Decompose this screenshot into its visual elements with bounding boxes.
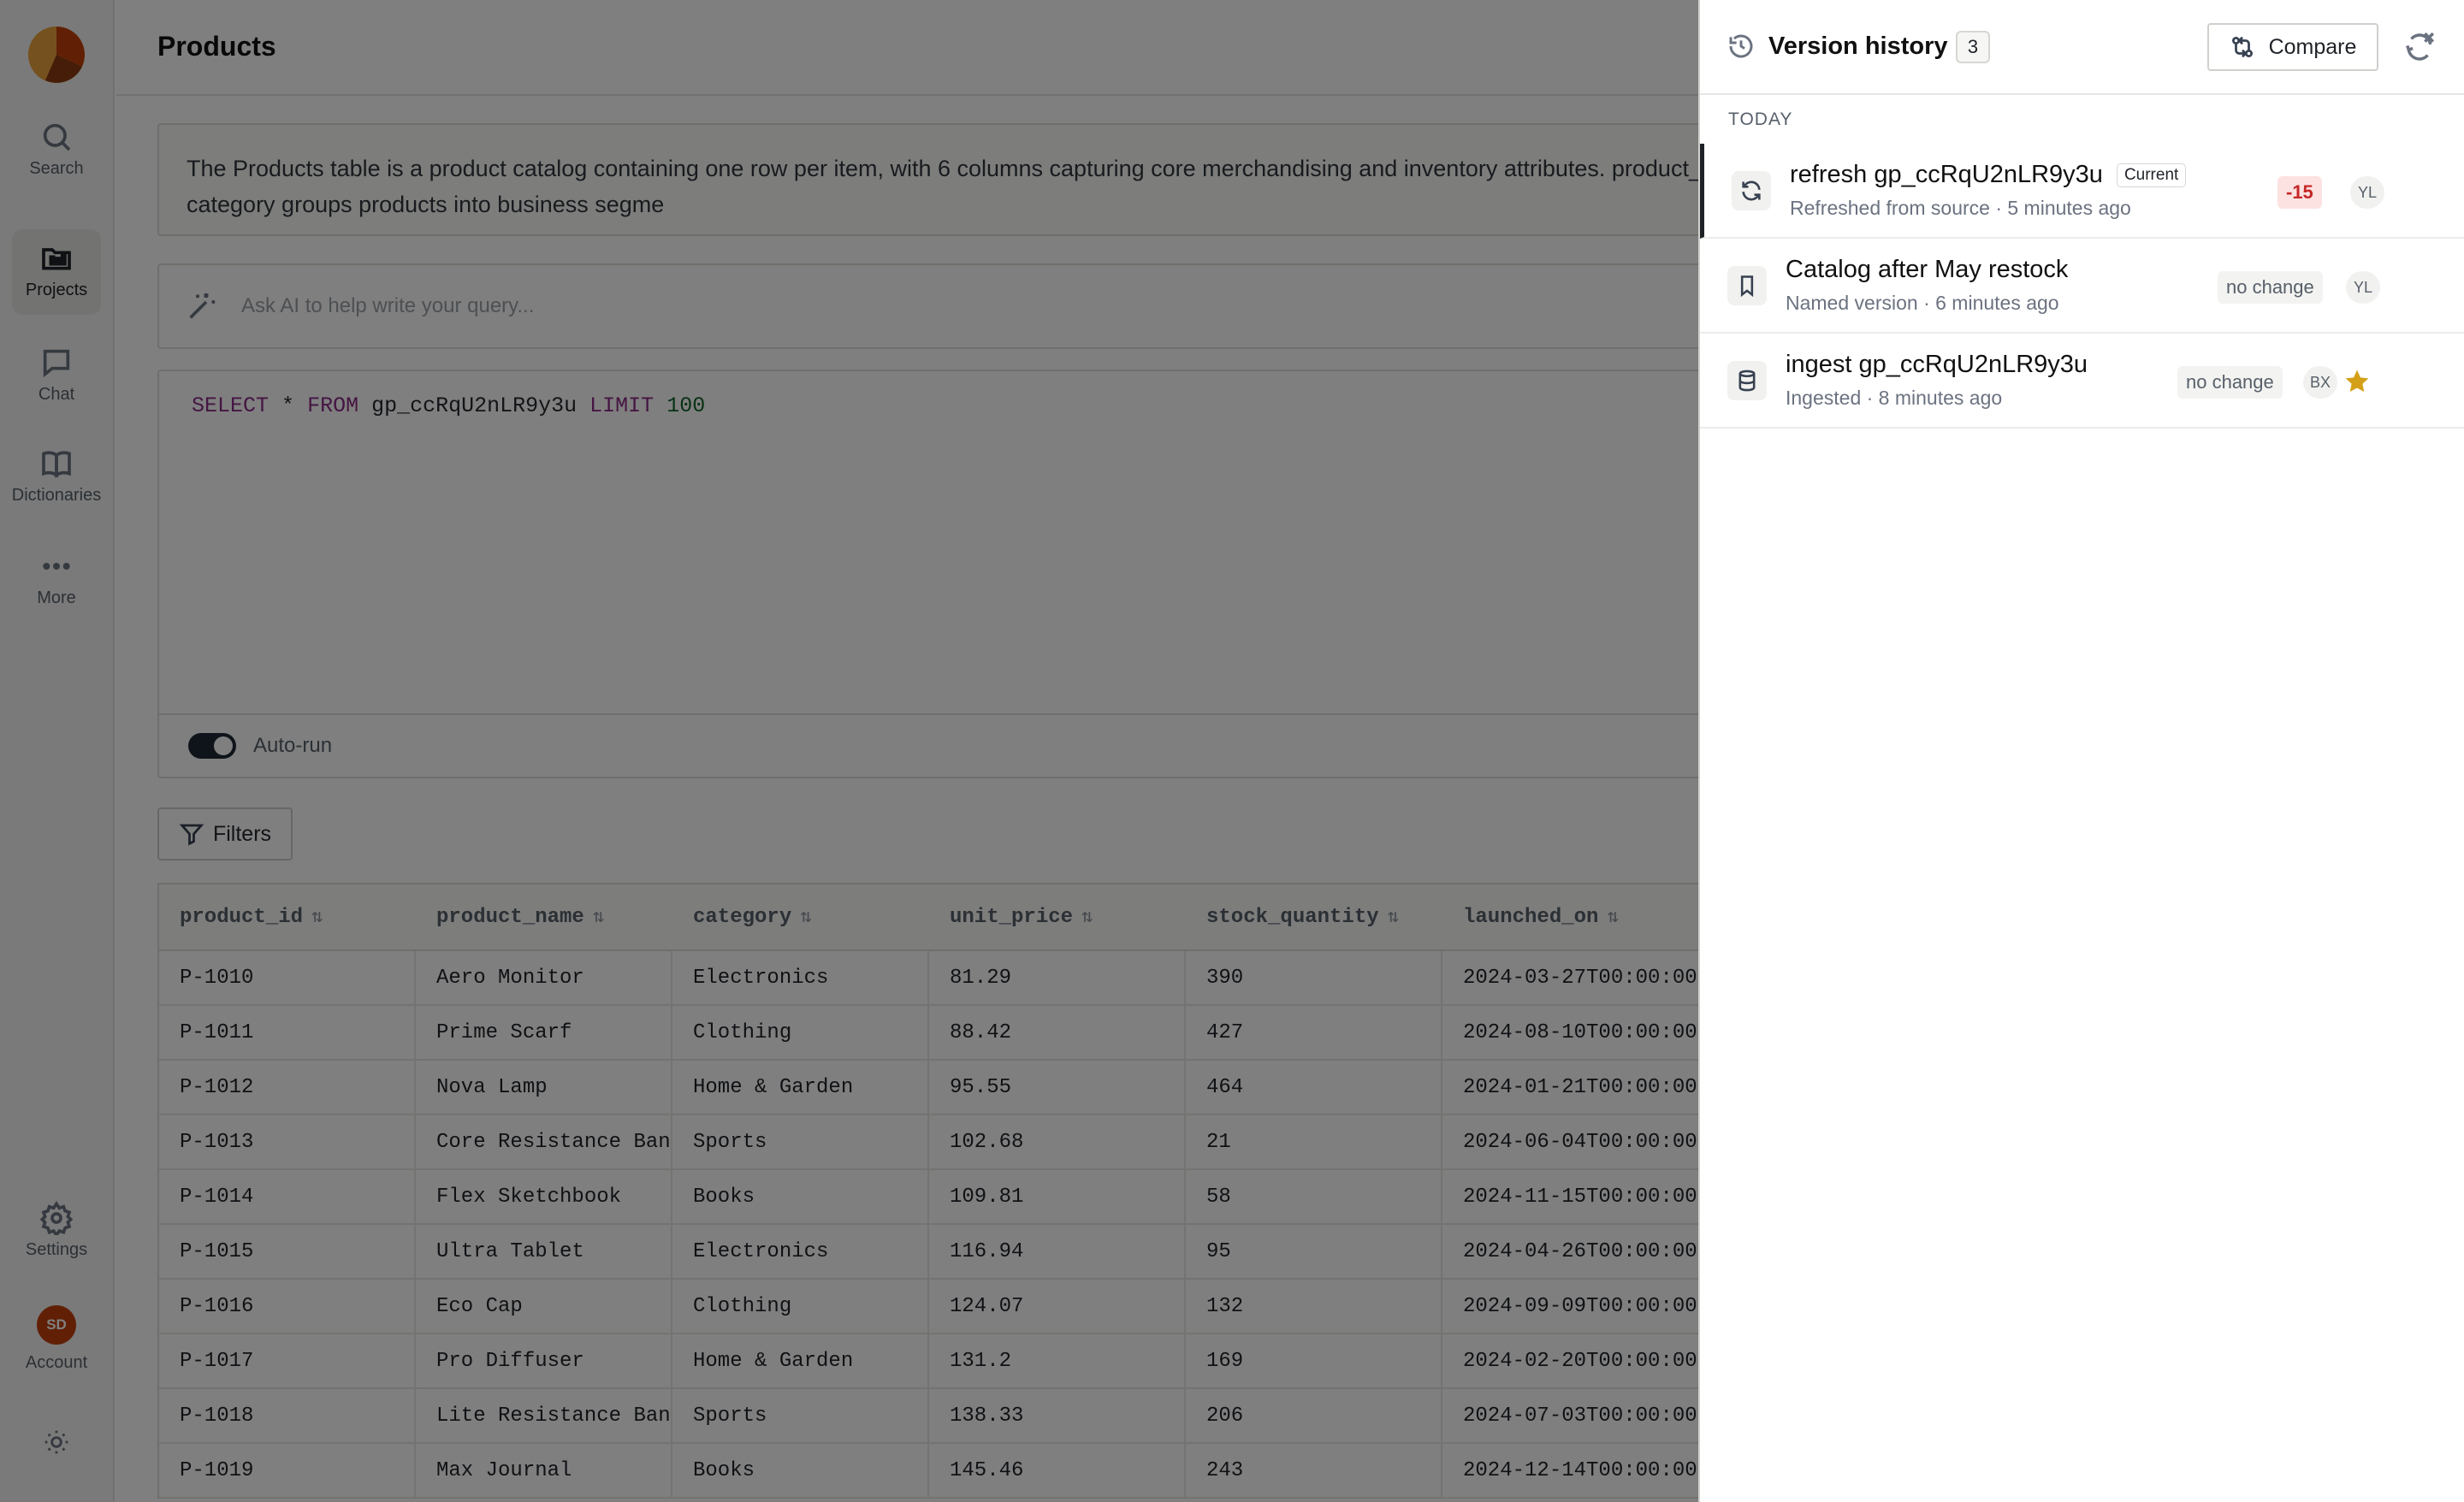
panel-title: Version history — [1768, 33, 1948, 60]
compare-icon — [2231, 36, 2253, 58]
author-initials: BX — [2303, 366, 2337, 399]
version-title: ingest gp_ccRqU2nLR9y3u — [1786, 351, 2088, 378]
version-icon — [1727, 361, 1767, 400]
change-chip: no change — [2218, 271, 2323, 304]
database-icon — [1738, 370, 1756, 392]
version-subtitle: Named version · 6 minutes ago — [1786, 292, 2059, 314]
current-badge: Current — [2116, 163, 2187, 188]
version-row[interactable]: ingest gp_ccRqU2nLR9y3u Ingested · 8 min… — [1700, 334, 2464, 429]
version-subtitle: Refreshed from source · 5 minutes ago — [1790, 197, 2131, 219]
version-title: Catalog after May restock — [1786, 256, 2069, 283]
refresh-icon — [1742, 180, 1761, 201]
group-label-today: TODAY — [1728, 109, 1793, 129]
compare-button[interactable]: Compare — [2207, 23, 2378, 71]
version-title-text: refresh gp_ccRqU2nLR9y3u — [1790, 161, 2103, 188]
panel-header: Version history 3 Compare — [1700, 0, 2464, 95]
history-icon — [1729, 34, 1753, 58]
version-row[interactable]: refresh gp_ccRqU2nLR9y3u Current Refreshe… — [1700, 144, 2464, 239]
change-chip: -15 — [2277, 176, 2322, 209]
compare-label: Compare — [2268, 34, 2357, 59]
version-icon — [1727, 266, 1767, 305]
author-initials: YL — [2346, 271, 2380, 304]
author-initials: YL — [2350, 176, 2384, 209]
version-title: refresh gp_ccRqU2nLR9y3u Current — [1790, 161, 2187, 189]
close-panel-button[interactable] — [2402, 29, 2437, 65]
close-sync-icon — [2406, 32, 2435, 61]
app: Search Projects Chat Dictionaries More S… — [0, 0, 2464, 1502]
version-row[interactable]: Catalog after May restock Named version … — [1700, 239, 2464, 334]
version-history-panel: Version history 3 Compare TODAY refresh … — [1698, 0, 2464, 1502]
change-chip: no change — [2177, 366, 2283, 399]
version-count-badge: 3 — [1956, 31, 1990, 63]
star-icon[interactable] — [2343, 368, 2371, 395]
bookmark-icon — [1740, 275, 1754, 298]
version-subtitle: Ingested · 8 minutes ago — [1786, 387, 2003, 409]
version-icon — [1732, 171, 1771, 210]
